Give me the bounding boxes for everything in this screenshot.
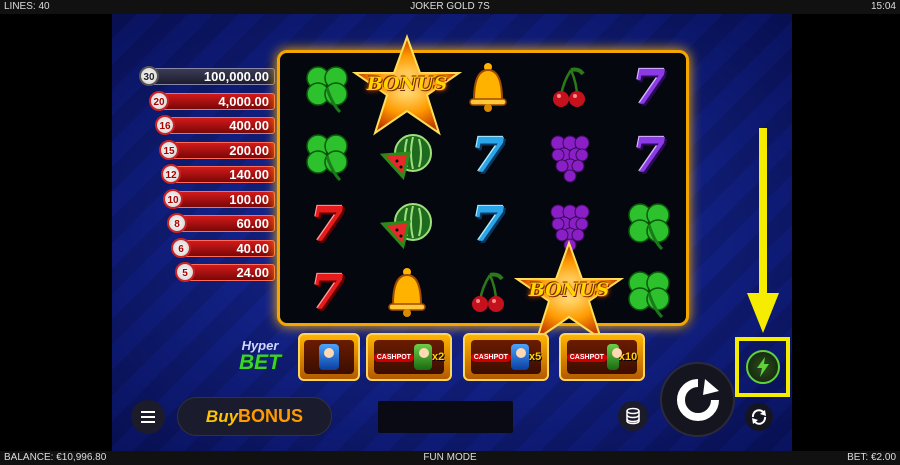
paytable-row: 10 100.00 — [140, 188, 275, 209]
hyper-bet-line2: BET — [239, 351, 281, 374]
clover-icon — [306, 65, 348, 113]
bonus-star-icon: BONUS — [347, 33, 467, 143]
cherry-icon — [472, 272, 504, 312]
paytable-row: 20 4,000.00 — [140, 90, 275, 111]
clover-icon — [628, 271, 670, 319]
hyper-bet-option-2[interactable]: CASHPOT x2 — [366, 333, 452, 381]
hyper-bet-option-inner — [304, 339, 354, 375]
message-panel — [378, 401, 513, 433]
cashpot-label: CASHPOT — [566, 352, 607, 362]
paytable-value: 40.00 — [236, 240, 269, 256]
cashpot-label: CASHPOT — [470, 352, 511, 362]
bet-display: BET: €2.00 — [847, 452, 896, 463]
joker-face-icon — [319, 344, 339, 370]
bonus-text: BONUS — [528, 278, 610, 301]
paytable-row: 15 200.00 — [140, 139, 275, 160]
reel-4: BONUS — [513, 53, 625, 341]
reel-2: BONUS — [351, 34, 463, 329]
clover-icon — [306, 134, 348, 182]
paytable-count-chip: 8 — [167, 213, 187, 233]
hyper-bet-option-1[interactable] — [298, 333, 360, 381]
joker-face-icon — [606, 344, 622, 370]
multiplier-label: x2 — [432, 351, 445, 363]
highlight-arrow — [747, 128, 779, 333]
paytable-value: 4,000.00 — [218, 93, 269, 109]
menu-button[interactable] — [131, 400, 165, 434]
paytable-value: 200.00 — [229, 142, 269, 158]
bet-stack-button[interactable] — [618, 401, 648, 431]
top-status-bar: LINES: 40 JOKER GOLD 7S 15:04 — [0, 0, 900, 14]
paytable-value: 100.00 — [229, 191, 269, 207]
paytable-count-chip: 16 — [155, 115, 175, 135]
joker-face-icon — [510, 344, 529, 370]
autoplay-icon — [751, 409, 767, 425]
multiplier-label: x5 — [529, 351, 542, 363]
paytable-count-chip: 15 — [159, 139, 179, 160]
cherry-icon — [553, 67, 585, 107]
hyper-bet-option-inner: CASHPOT x2 — [373, 339, 445, 375]
bonus-text: BONUS — [366, 73, 448, 95]
paytable-row: 5 24.00 — [140, 262, 275, 282]
paytable-count-chip: 10 — [163, 188, 183, 209]
menu-icon — [141, 411, 155, 413]
paytable-value: 140.00 — [229, 167, 269, 182]
bottom-status-bar: BALANCE: €10,996.80 FUN MODE BET: €2.00 — [0, 451, 900, 465]
paytable-value: 400.00 — [229, 118, 269, 133]
seven-red-symbol: 7 — [310, 265, 344, 321]
hyper-bet-option-3[interactable]: CASHPOT x5 — [463, 333, 549, 381]
lightning-icon — [756, 357, 769, 377]
paytable-row: 6 40.00 — [140, 237, 275, 258]
reel-window: 7 7 BONUS 7 7 BONUS 7 7 — [277, 34, 689, 341]
bell-symbol — [366, 259, 448, 328]
paytable-count-chip: 12 — [161, 164, 181, 184]
hyper-bet-option-inner: CASHPOT x10 — [566, 339, 638, 375]
buy-label: Buy — [205, 406, 239, 426]
paytable-count-chip: 5 — [175, 262, 195, 282]
paytable: 30 100,000.00 20 4,000.00 16 400.00 15 200.00 12… — [139, 66, 275, 287]
paytable-row: 12 140.00 — [140, 164, 275, 184]
watermelon-symbol — [366, 190, 448, 259]
hyper-bet-option-inner: CASHPOT x5 — [470, 339, 542, 375]
buy-bonus-button[interactable]: Buy BONUS — [177, 397, 332, 436]
bell-icon — [469, 62, 507, 112]
hyper-bet-option-4[interactable]: CASHPOT x10 — [559, 333, 645, 381]
mode-display: FUN MODE — [423, 452, 477, 463]
paytable-value: 24.00 — [236, 265, 269, 280]
paytable-count-chip: 6 — [171, 237, 191, 258]
bonus-symbol: BONUS — [351, 34, 463, 136]
seven-red-symbol: 7 — [310, 196, 344, 253]
hyper-bet-logo: Hyper BET — [230, 338, 290, 373]
paytable-row: 8 60.00 — [140, 213, 275, 233]
bonus-star-icon: BONUS — [509, 239, 629, 349]
paytable-count-chip: 20 — [149, 90, 169, 111]
bonus-symbol: BONUS — [513, 239, 625, 341]
grapes-symbol — [528, 122, 610, 191]
seven-purple-symbol: 7 — [632, 59, 666, 116]
paytable-value: 100,000.00 — [203, 69, 269, 84]
autoplay-button[interactable] — [745, 403, 773, 431]
cherry-symbol — [528, 53, 610, 122]
cashpot-label: CASHPOT — [373, 352, 414, 362]
paytable-row: 30 100,000.00 — [139, 66, 275, 86]
bell-icon — [388, 268, 426, 317]
spin-icon — [676, 378, 719, 421]
spin-button[interactable] — [660, 362, 735, 437]
game-title: JOKER GOLD 7S — [410, 1, 490, 12]
paytable-row: 16 400.00 — [140, 115, 275, 135]
joker-face-icon — [413, 344, 432, 370]
clock: 15:04 — [870, 1, 896, 12]
turbo-circle — [745, 350, 780, 384]
paytable-count-chip: 30 — [139, 66, 159, 86]
grapes-icon — [550, 135, 590, 183]
clover-icon — [628, 202, 670, 250]
coin-stack-icon — [626, 407, 640, 425]
seven-purple-symbol: 7 — [632, 128, 666, 184]
paytable-value: 60.00 — [236, 216, 269, 231]
watermelon-icon — [379, 202, 432, 249]
turbo-button[interactable] — [735, 337, 790, 397]
bonus-label: BONUS — [238, 406, 304, 426]
